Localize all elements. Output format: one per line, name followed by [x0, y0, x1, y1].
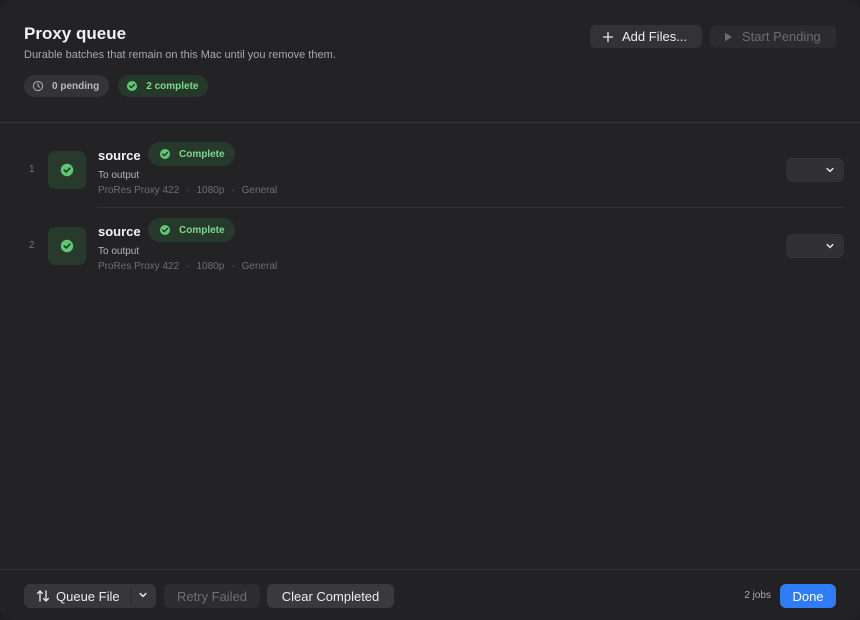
page-subtitle: Durable batches that remain on this Mac … — [24, 49, 336, 61]
chevron-down-icon[interactable] — [138, 590, 148, 600]
job-meta: ProRes Proxy 422 · 1080p · General — [98, 185, 277, 196]
job-codec: ProRes Proxy 422 — [98, 261, 180, 272]
split-divider — [130, 588, 131, 604]
clock-icon — [32, 80, 44, 92]
table-row: 2 source Complete To output ProRes Proxy… — [0, 208, 860, 284]
summary-chips: 0 pending 2 complete — [24, 75, 209, 97]
status-badge: Complete — [148, 218, 235, 242]
check-circle-icon — [160, 149, 170, 159]
meta-separator: · — [231, 185, 235, 196]
status-badge: Complete — [148, 142, 235, 166]
table-row: 1 source Complete To output ProRes Proxy… — [0, 132, 860, 208]
queue-file-button[interactable]: Queue File — [24, 584, 156, 608]
job-destination: To output — [98, 246, 140, 257]
job-index: 2 — [29, 240, 35, 251]
job-destination: To output — [98, 170, 140, 181]
job-codec: ProRes Proxy 422 — [98, 185, 180, 196]
job-status-tile — [48, 227, 86, 265]
complete-count-badge: 2 complete — [118, 75, 209, 97]
meta-separator: · — [186, 185, 190, 196]
meta-separator: · — [186, 261, 190, 272]
complete-count-label: 2 complete — [146, 80, 199, 92]
check-circle-icon — [160, 225, 170, 235]
add-files-label: Add Files... — [622, 29, 688, 44]
job-resolution: 1080p — [196, 261, 225, 272]
pending-count-badge: 0 pending — [24, 75, 110, 97]
job-name: source — [98, 224, 141, 239]
proxy-queue-window: Proxy queue Durable batches that remain … — [0, 0, 860, 620]
queue-file-label: Queue File — [56, 588, 120, 604]
job-meta: ProRes Proxy 422 · 1080p · General — [98, 261, 277, 272]
status-badge-label: Complete — [179, 224, 225, 236]
plus-icon — [602, 31, 614, 42]
header-divider — [0, 122, 860, 123]
footer-bar: Queue File Retry Failed Clear Completed … — [0, 569, 860, 620]
pending-count-label: 0 pending — [52, 80, 100, 92]
add-files-button[interactable]: Add Files... — [590, 25, 702, 48]
swap-vertical-icon — [36, 590, 50, 602]
job-resolution: 1080p — [196, 185, 225, 196]
start-pending-button[interactable]: Start Pending — [710, 25, 836, 48]
job-name: source — [98, 148, 141, 163]
done-button[interactable]: Done — [780, 584, 836, 608]
chevron-down-icon — [826, 243, 834, 249]
job-index: 1 — [29, 164, 35, 175]
job-actions-menu[interactable] — [786, 158, 844, 182]
job-count-label: 2 jobs — [744, 590, 771, 601]
status-badge-label: Complete — [179, 148, 225, 160]
job-preset: General — [241, 185, 278, 196]
chevron-down-icon — [826, 167, 834, 173]
retry-failed-button[interactable]: Retry Failed — [164, 584, 260, 608]
job-status-tile — [48, 151, 86, 189]
check-circle-icon — [60, 239, 74, 253]
clear-completed-button[interactable]: Clear Completed — [267, 584, 394, 608]
check-circle-icon — [127, 81, 138, 91]
check-circle-icon — [60, 163, 74, 177]
start-pending-label: Start Pending — [742, 29, 821, 44]
page-title: Proxy queue — [24, 24, 127, 43]
meta-separator: · — [231, 261, 235, 272]
play-icon — [725, 32, 732, 41]
job-actions-menu[interactable] — [786, 234, 844, 258]
job-preset: General — [241, 261, 278, 272]
